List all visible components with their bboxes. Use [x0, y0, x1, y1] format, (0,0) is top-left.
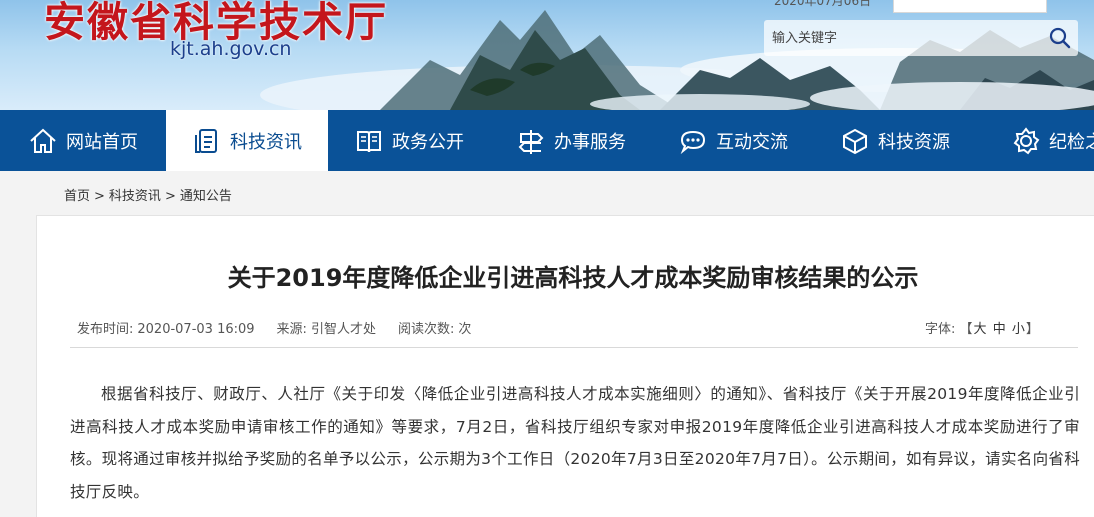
nav-label: 网站首页	[66, 131, 138, 153]
breadcrumb: 首页 > 科技资讯 > 通知公告	[64, 185, 232, 204]
gear-icon	[1011, 126, 1041, 156]
source-label: 来源:	[276, 322, 307, 337]
nav-label: 互动交流	[716, 131, 788, 153]
views-suffix: 次	[458, 322, 472, 337]
publish-time: 2020-07-03 16:09	[137, 322, 255, 337]
nav-item-gov-affairs[interactable]: 政务公开	[328, 110, 490, 171]
book-icon	[354, 126, 384, 156]
main-nav: 网站首页 科技资讯 政务公开 办事服务 互动交流 科技资源 纪检之	[0, 110, 1094, 171]
views-label: 阅读次数:	[397, 322, 455, 337]
source: 引智人才处	[310, 322, 376, 337]
search-input[interactable]	[772, 20, 1040, 56]
article-meta: 发布时间: 2020-07-03 16:09 来源: 引智人才处 阅读次数: 次	[77, 318, 475, 337]
site-url[interactable]: kjt.ah.gov.cn	[170, 38, 291, 60]
breadcrumb-home[interactable]: 首页	[64, 189, 90, 204]
nav-label: 办事服务	[554, 131, 626, 153]
document-icon	[192, 126, 222, 156]
search-icon	[1049, 27, 1071, 49]
font-size-large[interactable]: 大	[974, 322, 987, 337]
breadcrumb-separator: >	[164, 189, 176, 204]
nav-item-interaction[interactable]: 互动交流	[652, 110, 814, 171]
nav-item-discipline[interactable]: 纪检之	[976, 110, 1094, 171]
date-field	[893, 0, 1047, 13]
header-banner: 安徽省科学技术厅 kjt.ah.gov.cn 2020年07月06日	[0, 0, 1094, 110]
chat-icon	[678, 126, 708, 156]
search-button[interactable]	[1042, 20, 1078, 56]
nav-label: 科技资源	[878, 131, 950, 153]
cube-icon	[840, 126, 870, 156]
breadcrumb-current[interactable]: 通知公告	[180, 189, 232, 204]
nav-label: 科技资讯	[230, 131, 302, 153]
nav-item-services[interactable]: 办事服务	[490, 110, 652, 171]
breadcrumb-separator: >	[94, 189, 105, 204]
font-size-label: 字体:	[925, 322, 956, 337]
font-size-small[interactable]: 小	[1012, 322, 1025, 337]
nav-label: 纪检之	[1049, 131, 1094, 153]
publish-time-label: 发布时间:	[77, 322, 134, 337]
nav-item-resources[interactable]: 科技资源	[814, 110, 976, 171]
meta-divider	[70, 347, 1078, 348]
article-title: 关于2019年度降低企业引进高科技人才成本奖励审核结果的公示	[227, 264, 919, 292]
nav-item-home[interactable]: 网站首页	[0, 110, 166, 171]
search-box	[764, 20, 1078, 56]
font-size-control: 字体: 【大 中 小】	[925, 318, 1039, 337]
font-bracket-close: 】	[1025, 322, 1039, 337]
nav-item-news[interactable]: 科技资讯	[166, 110, 328, 171]
service-icon	[516, 126, 546, 156]
article-body: 根据省科技厅、财政厅、人社厅《关于印发〈降低企业引进高科技人才成本实施细则〉的通…	[70, 385, 1080, 501]
font-bracket-open: 【	[959, 322, 973, 337]
date-text: 2020年07月06日	[774, 0, 872, 8]
breadcrumb-section[interactable]: 科技资讯	[109, 189, 161, 204]
font-size-medium[interactable]: 中	[993, 322, 1006, 337]
home-icon	[28, 126, 58, 156]
nav-label: 政务公开	[392, 131, 464, 153]
